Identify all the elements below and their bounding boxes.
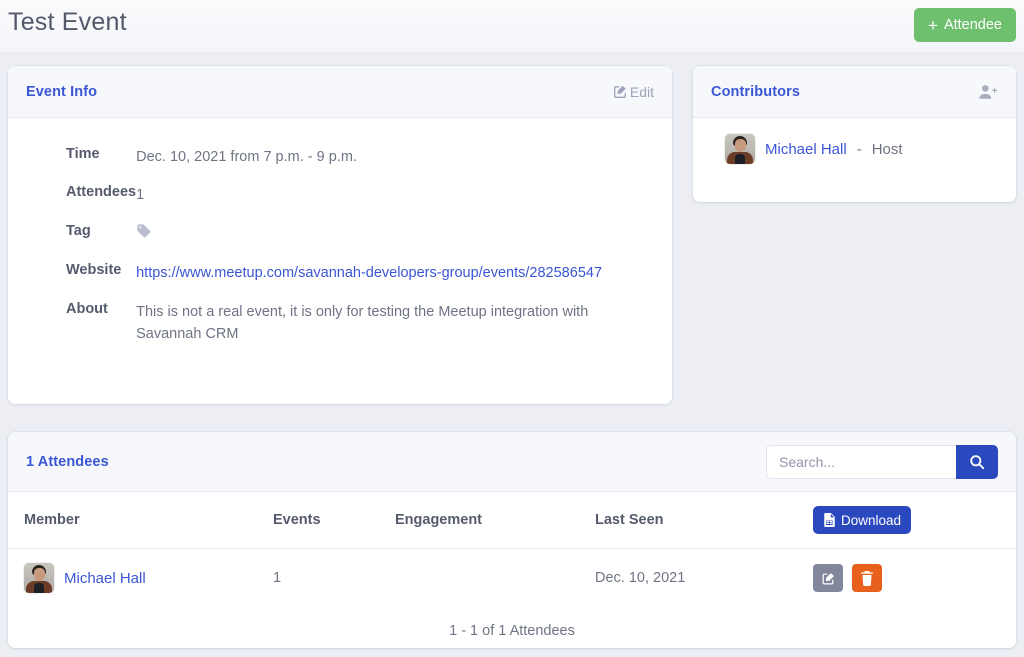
table-header-row: Member Events Engagement Last Seen Downl… (8, 492, 1016, 549)
attendees-count-title: 1 Attendees (26, 453, 109, 470)
attendees-table-head: Member Events Engagement Last Seen Downl… (8, 492, 1016, 549)
user-plus-icon[interactable] (978, 83, 998, 101)
info-value-website: https://www.meetup.com/savannah-develope… (136, 254, 654, 292)
download-button[interactable]: Download (813, 506, 912, 534)
cell-events: 1 (273, 570, 282, 586)
contributors-header: Contributors (693, 66, 1016, 118)
cell-engagement (395, 549, 595, 608)
event-website-link[interactable]: https://www.meetup.com/savannah-develope… (136, 265, 602, 281)
column-header-last-seen: Last Seen (595, 492, 813, 549)
attendees-table: Member Events Engagement Last Seen Downl… (8, 492, 1016, 607)
attendees-card: 1 Attendees Member Events (8, 432, 1016, 648)
event-info-header: Event Info Edit (8, 66, 672, 118)
tag-icon (136, 223, 152, 239)
table-row: Michael Hall 1 Dec. 10, 2021 (8, 549, 1016, 608)
info-value-about: This is not a real event, it is only for… (136, 303, 589, 343)
event-info-title: Event Info (26, 83, 98, 100)
delete-attendee-button[interactable] (852, 564, 883, 592)
info-row-attendees: Attendees 1 (26, 176, 654, 214)
contributors-body: Michael Hall - Host (693, 118, 1016, 182)
page-root: Test Event + Attendee Event Info Edit Ti… (0, 0, 1024, 657)
plus-icon: + (928, 15, 938, 35)
event-info-table: Time Dec. 10, 2021 from 7 p.m. - 9 p.m. … (26, 138, 654, 354)
info-label-attendees: Attendees (66, 184, 137, 201)
download-label: Download (841, 512, 902, 528)
info-row-time: Time Dec. 10, 2021 from 7 p.m. - 9 p.m. (26, 138, 654, 176)
info-label-time: Time (66, 146, 100, 162)
event-info-body: Time Dec. 10, 2021 from 7 p.m. - 9 p.m. … (8, 118, 672, 370)
column-header-member: Member (8, 492, 273, 549)
info-label-tag: Tag (66, 222, 91, 239)
search-input[interactable] (766, 444, 956, 479)
info-label-website: Website (66, 262, 122, 279)
contributors-card: Contributors Michael Hall - Host (693, 66, 1016, 202)
contributor-list-item: Michael Hall - Host (711, 134, 998, 164)
attendees-table-body: Michael Hall 1 Dec. 10, 2021 (8, 549, 1016, 608)
pencil-square-icon (821, 571, 836, 586)
info-label-about: About (66, 300, 108, 317)
page-title: Test Event (8, 8, 127, 36)
avatar (725, 134, 755, 164)
top-bar: Test Event + Attendee (0, 0, 1024, 52)
column-header-events: Events (273, 492, 395, 549)
trash-icon (860, 570, 874, 586)
info-row-tag: Tag (26, 215, 654, 254)
attendees-header: 1 Attendees (8, 432, 1016, 492)
contributor-name-link[interactable]: Michael Hall (765, 141, 847, 158)
info-value-attendees: 1 (136, 187, 145, 204)
pagination-summary: 1 - 1 of 1 Attendees (449, 623, 575, 639)
info-row-about: About This is not a real event, it is on… (26, 293, 654, 354)
info-row-website: Website https://www.meetup.com/savannah-… (26, 254, 654, 292)
contributor-separator: - (856, 140, 862, 158)
add-attendee-button[interactable]: + Attendee (914, 8, 1016, 42)
search-bar (766, 444, 998, 479)
edit-attendee-button[interactable] (813, 564, 843, 592)
cell-member: Michael Hall (8, 549, 273, 608)
avatar (24, 563, 54, 593)
search-button[interactable] (956, 444, 998, 479)
edit-label: Edit (629, 83, 654, 100)
info-value-tag (136, 215, 654, 254)
event-info-card: Event Info Edit Time Dec. 10, 2021 from … (8, 66, 672, 404)
cell-actions (813, 549, 1016, 608)
contributors-title: Contributors (711, 83, 800, 100)
column-header-engagement: Engagement (395, 492, 595, 549)
column-header-actions: Download (813, 492, 1016, 549)
search-icon (969, 454, 985, 470)
pencil-square-icon (613, 84, 628, 99)
contributor-role: Host (871, 140, 903, 158)
member-name-link[interactable]: Michael Hall (64, 570, 146, 587)
file-spreadsheet-icon (823, 513, 836, 527)
add-attendee-label: Attendee (943, 17, 1002, 33)
cell-last-seen: Dec. 10, 2021 (595, 570, 686, 586)
edit-event-link[interactable]: Edit (613, 84, 654, 100)
info-value-time: Dec. 10, 2021 from 7 p.m. - 9 p.m. (136, 149, 357, 165)
